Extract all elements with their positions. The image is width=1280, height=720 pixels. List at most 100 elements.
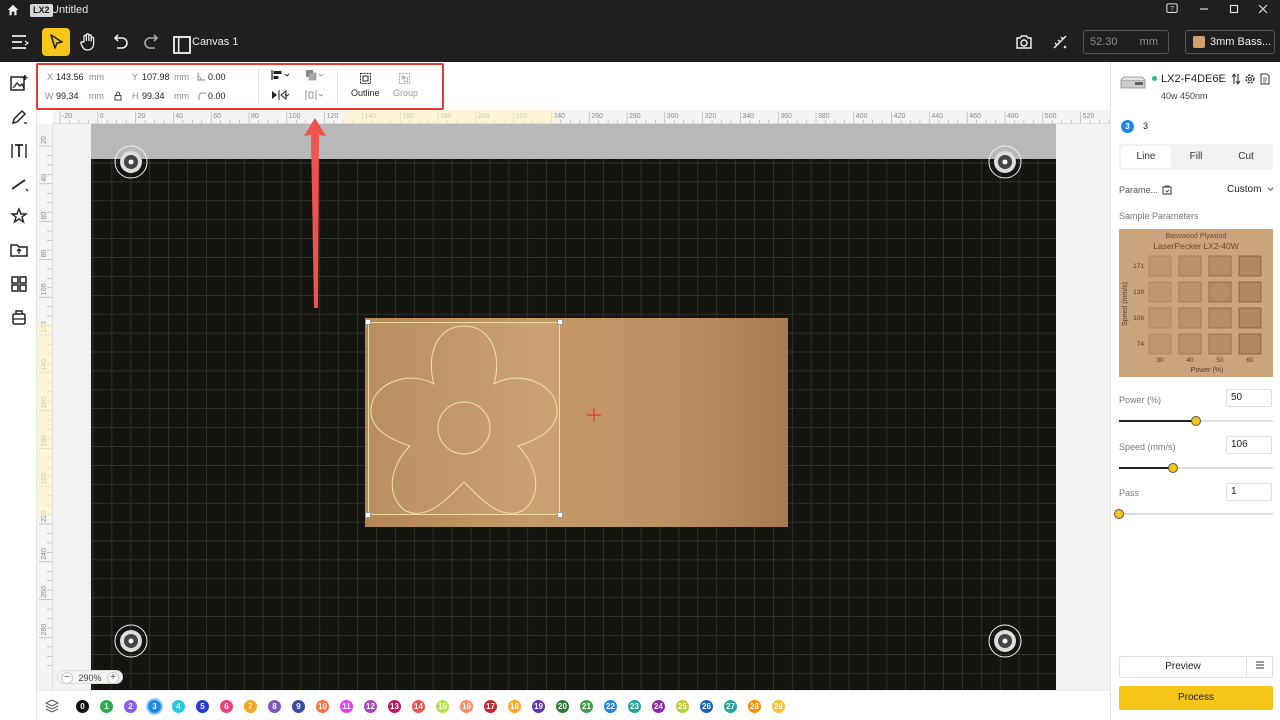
- title-bar: LX2 Untitled ?: [0, 0, 1280, 22]
- parameter-library-icon[interactable]: [1162, 184, 1172, 195]
- canvas-area[interactable]: [53, 124, 1110, 690]
- sample-x-tick: 30: [1156, 357, 1164, 364]
- import-folder-icon[interactable]: [9, 240, 29, 260]
- canvas-icon[interactable]: [170, 33, 191, 54]
- line-tool-icon[interactable]: [9, 174, 29, 194]
- height-input[interactable]: 52.30 mm: [1083, 30, 1169, 54]
- tab-fill[interactable]: Fill: [1171, 146, 1221, 168]
- process-button[interactable]: Process: [1119, 686, 1273, 710]
- layer-chip-12[interactable]: 12: [364, 700, 377, 713]
- layer-chip-6[interactable]: 6: [220, 700, 233, 713]
- undo-icon[interactable]: [108, 30, 132, 54]
- material-library-icon[interactable]: [9, 307, 29, 327]
- power-input[interactable]: 50: [1226, 389, 1272, 407]
- maximize-button[interactable]: [1226, 3, 1242, 19]
- add-image-icon[interactable]: [9, 73, 29, 93]
- resize-handle[interactable]: [365, 319, 371, 325]
- sample-test-square: [1208, 281, 1232, 303]
- layer-chip-14[interactable]: 14: [412, 700, 425, 713]
- layer-chip-24[interactable]: 24: [652, 700, 665, 713]
- document-icon[interactable]: [1259, 73, 1271, 85]
- layer-chip-22[interactable]: 22: [604, 700, 617, 713]
- speed-slider-knob[interactable]: [1168, 463, 1178, 473]
- layer-chip-19[interactable]: 19: [532, 700, 545, 713]
- layer-chip-27[interactable]: 27: [724, 700, 737, 713]
- resize-handle[interactable]: [557, 319, 563, 325]
- device-spec: 40w 450nm: [1161, 91, 1208, 101]
- layer-chip-23[interactable]: 23: [628, 700, 641, 713]
- zoom-out-button[interactable]: −: [61, 671, 73, 684]
- layer-chip-1[interactable]: 1: [100, 700, 113, 713]
- speed-slider[interactable]: [1119, 463, 1273, 473]
- preview-menu-button[interactable]: [1247, 656, 1273, 678]
- close-button[interactable]: [1255, 3, 1271, 19]
- camera-icon[interactable]: [1012, 30, 1036, 54]
- layer-chip-16[interactable]: 16: [460, 700, 473, 713]
- sample-test-square: [1148, 255, 1172, 277]
- resize-handle[interactable]: [365, 512, 371, 518]
- gear-icon[interactable]: [1244, 73, 1256, 85]
- tab-line[interactable]: Line: [1121, 146, 1171, 168]
- parameters-mode-select[interactable]: Custom: [1227, 184, 1274, 195]
- current-layer-chip[interactable]: 3: [1121, 120, 1134, 133]
- pass-slider-knob[interactable]: [1114, 509, 1124, 519]
- sample-axis-x: Power (%): [1191, 367, 1224, 374]
- cursor-icon: [50, 34, 63, 49]
- layer-chip-25[interactable]: 25: [676, 700, 689, 713]
- layer-chip-29[interactable]: 29: [772, 700, 785, 713]
- layer-chip-7[interactable]: 7: [244, 700, 257, 713]
- layer-chip-20[interactable]: 20: [556, 700, 569, 713]
- layer-chip-2[interactable]: 2: [124, 700, 137, 713]
- home-icon[interactable]: [6, 3, 20, 17]
- layer-chip-9[interactable]: 9: [292, 700, 305, 713]
- zoom-in-button[interactable]: +: [107, 671, 120, 684]
- sample-test-square: [1238, 281, 1262, 303]
- menu-icon[interactable]: [8, 30, 32, 54]
- device-settings-icon[interactable]: [1231, 73, 1241, 85]
- layer-chip-0[interactable]: 0: [76, 700, 89, 713]
- layer-chip-5[interactable]: 5: [196, 700, 209, 713]
- flower-shape[interactable]: [368, 322, 560, 515]
- speed-input[interactable]: 106: [1226, 436, 1272, 454]
- text-tool-icon[interactable]: [9, 141, 29, 161]
- minimize-button[interactable]: [1196, 3, 1212, 19]
- layer-chip-18[interactable]: 18: [508, 700, 521, 713]
- layout-grid-icon[interactable]: [9, 274, 29, 294]
- layers-icon[interactable]: [44, 699, 60, 713]
- pass-slider[interactable]: [1114, 509, 1273, 519]
- resize-handle[interactable]: [557, 512, 563, 518]
- current-layer-text: 3: [1143, 121, 1149, 131]
- layer-chip-10[interactable]: 10: [316, 700, 329, 713]
- layer-chip-3[interactable]: 3: [148, 700, 161, 713]
- layer-chip-13[interactable]: 13: [388, 700, 401, 713]
- layer-chip-15[interactable]: 15: [436, 700, 449, 713]
- preview-button[interactable]: Preview: [1119, 656, 1247, 678]
- ruler-tick-label: 480: [1007, 113, 1019, 120]
- material-selector[interactable]: 3mm Bass...: [1185, 30, 1275, 54]
- sample-x-tick: 60: [1246, 357, 1254, 364]
- layer-chip-4[interactable]: 4: [172, 700, 185, 713]
- sample-test-square: [1148, 333, 1172, 355]
- layer-chip-8[interactable]: 8: [268, 700, 281, 713]
- device-name[interactable]: LX2-F4DE6E: [1161, 73, 1226, 85]
- canvas-name-label[interactable]: Canvas 1: [192, 36, 238, 48]
- pass-input[interactable]: 1: [1226, 483, 1272, 501]
- layer-chip-17[interactable]: 17: [484, 700, 497, 713]
- shape-tool-icon[interactable]: [9, 206, 29, 226]
- redo-icon[interactable]: [140, 30, 164, 54]
- select-tool-button[interactable]: [42, 28, 70, 56]
- layer-chip-11[interactable]: 11: [340, 700, 353, 713]
- focus-measure-icon[interactable]: [1048, 30, 1072, 54]
- zoom-control: − 290% +: [57, 670, 124, 684]
- layer-chip-26[interactable]: 26: [700, 700, 713, 713]
- hand-tool-icon[interactable]: [76, 30, 100, 54]
- power-slider-knob[interactable]: [1191, 416, 1201, 426]
- ruler-tick-label: 100: [41, 283, 48, 295]
- layer-chip-21[interactable]: 21: [580, 700, 593, 713]
- help-icon[interactable]: ?: [1164, 3, 1180, 19]
- pen-icon[interactable]: [9, 107, 29, 127]
- power-slider[interactable]: [1119, 416, 1273, 426]
- layer-chip-28[interactable]: 28: [748, 700, 761, 713]
- camera-workspace[interactable]: [91, 124, 1056, 690]
- tab-cut[interactable]: Cut: [1221, 146, 1271, 168]
